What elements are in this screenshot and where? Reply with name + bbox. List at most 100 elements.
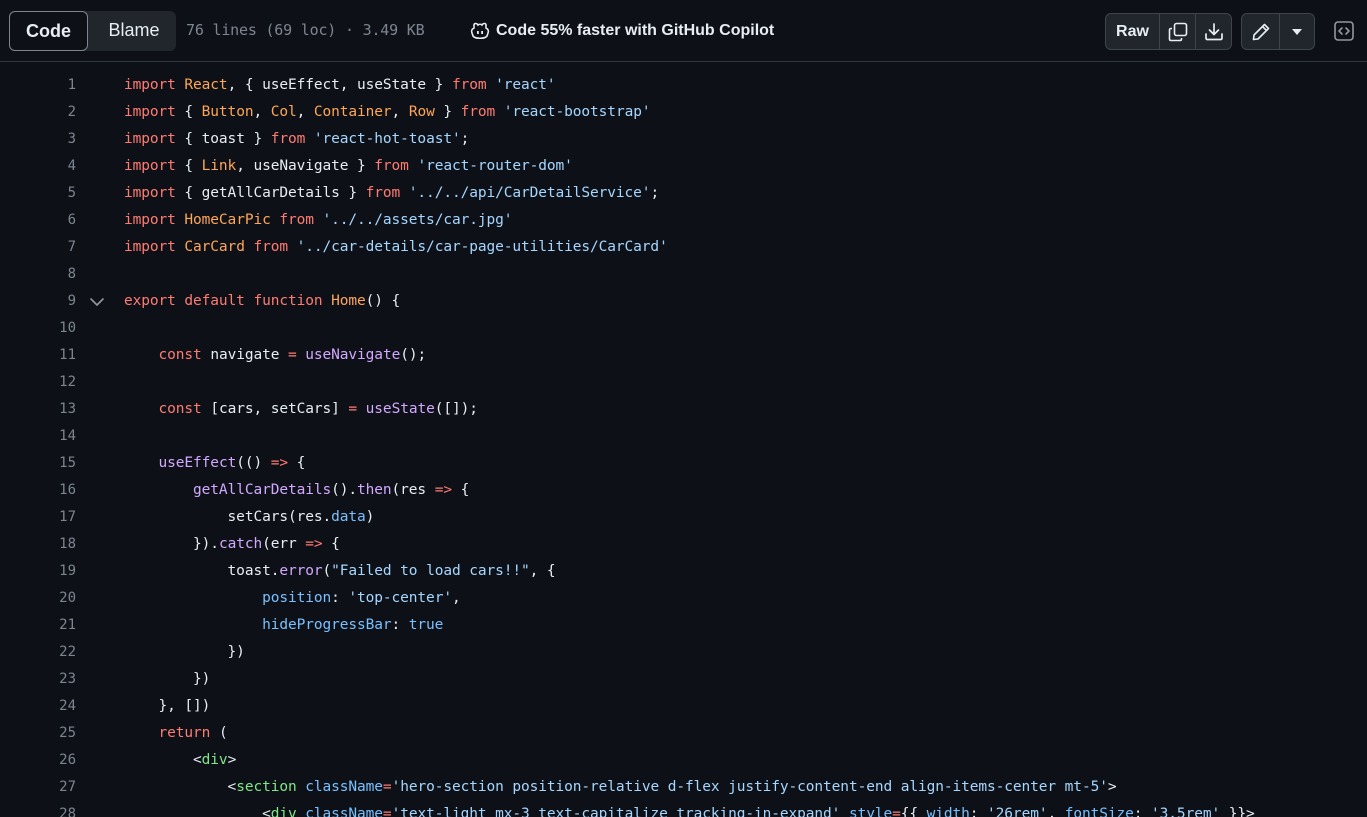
code-line: 11 const navigate = useNavigate(); [0, 342, 1367, 369]
line-number[interactable]: 23 [0, 671, 76, 687]
code-text: import React, { useEffect, useState } fr… [124, 77, 556, 93]
symbols-panel-button[interactable] [1329, 15, 1359, 47]
code-text: setCars(res.data) [124, 509, 375, 525]
copilot-icon [470, 22, 490, 40]
code-line: 17 setCars(res.data) [0, 504, 1367, 531]
code-text: export default function Home() { [124, 293, 401, 309]
code-line: 24 }, []) [0, 693, 1367, 720]
line-number[interactable]: 22 [0, 644, 76, 660]
copy-icon [1168, 22, 1187, 41]
line-number[interactable]: 4 [0, 158, 76, 174]
line-number[interactable]: 14 [0, 428, 76, 444]
copy-raw-button[interactable] [1159, 14, 1195, 49]
code-text: import { toast } from 'react-hot-toast'; [124, 131, 470, 147]
code-line: 14 [0, 423, 1367, 450]
code-line: 3 import { toast } from 'react-hot-toast'… [0, 126, 1367, 153]
line-number[interactable]: 8 [0, 266, 76, 282]
raw-button[interactable]: Raw [1106, 14, 1159, 49]
file-actions-group: Raw [1105, 13, 1232, 50]
code-text: useEffect(() => { [158, 455, 306, 471]
code-text: <section className='hero-section positio… [124, 779, 1117, 795]
code-view: 1 import React, { useEffect, useState } f… [0, 72, 1367, 817]
code-text: getAllCarDetails().then(res => { [193, 482, 470, 498]
code-line: 18 }).catch(err => { [0, 531, 1367, 558]
code-line: 1 import React, { useEffect, useState } f… [0, 72, 1367, 99]
code-text: <div className='text-light mx-3 text-cap… [124, 806, 1255, 817]
code-line: 20 position: 'top-center', [0, 585, 1367, 612]
edit-options-button[interactable] [1279, 14, 1314, 49]
line-number[interactable]: 11 [0, 347, 76, 363]
line-number[interactable]: 21 [0, 617, 76, 633]
code-text: <div> [124, 752, 237, 768]
code-text: position: 'top-center', [262, 590, 461, 606]
code-line: 19 toast.error("Failed to load cars!!", … [0, 558, 1367, 585]
line-number[interactable]: 20 [0, 590, 76, 606]
code-line: 10 [0, 315, 1367, 342]
line-number[interactable]: 15 [0, 455, 76, 471]
code-line: 15 useEffect(() => { [0, 450, 1367, 477]
code-text: }).catch(err => { [124, 536, 340, 552]
code-text: const [cars, setCars] = useState([]); [158, 401, 478, 417]
line-number[interactable]: 24 [0, 698, 76, 714]
blame-tab[interactable]: Blame [95, 11, 173, 51]
code-text: }) [124, 671, 211, 687]
line-number[interactable]: 5 [0, 185, 76, 201]
code-tab[interactable]: Code [9, 11, 88, 51]
line-number[interactable]: 1 [0, 77, 76, 93]
code-line: 12 [0, 369, 1367, 396]
edit-actions-group [1241, 13, 1315, 50]
code-text: hideProgressBar: true [262, 617, 444, 633]
code-symbols-icon [1334, 21, 1354, 41]
code-text: toast.error("Failed to load cars!!", { [124, 563, 556, 579]
line-number[interactable]: 3 [0, 131, 76, 147]
code-text: import CarCard from '../car-details/car-… [124, 239, 668, 255]
code-line: 27 <section className='hero-section posi… [0, 774, 1367, 801]
line-number[interactable]: 28 [0, 806, 76, 817]
line-number[interactable]: 9 [0, 293, 76, 309]
edit-file-button[interactable] [1242, 14, 1279, 49]
file-info: 76 lines (69 loc) · 3.49 KB [186, 21, 425, 39]
copilot-promo-link[interactable]: Code 55% faster with GitHub Copilot [470, 20, 774, 42]
code-text: import HomeCarPic from '../../assets/car… [124, 212, 513, 228]
line-number[interactable]: 17 [0, 509, 76, 525]
code-text: import { getAllCarDetails } from '../../… [124, 185, 660, 201]
code-line: 7 import CarCard from '../car-details/car… [0, 234, 1367, 261]
code-line: 25 return ( [0, 720, 1367, 747]
code-line: 4 import { Link, useNavigate } from 'reac… [0, 153, 1367, 180]
line-number[interactable]: 13 [0, 401, 76, 417]
line-number[interactable]: 25 [0, 725, 76, 741]
line-number[interactable]: 2 [0, 104, 76, 120]
download-icon [1204, 22, 1223, 40]
code-line: 23 }) [0, 666, 1367, 693]
code-line: 9 export default function Home() { [0, 288, 1367, 315]
view-switcher: Code Blame [9, 11, 176, 51]
code-text: return ( [158, 725, 228, 741]
chevron-down-icon[interactable] [88, 295, 106, 309]
triangle-down-icon [1292, 28, 1303, 35]
code-text: import { Link, useNavigate } from 'react… [124, 158, 573, 174]
pencil-icon [1252, 23, 1270, 40]
copilot-promo-text: Code 55% faster with GitHub Copilot [496, 22, 775, 39]
line-number[interactable]: 27 [0, 779, 76, 795]
code-line: 2 import { Button, Col, Container, Row } … [0, 99, 1367, 126]
line-number[interactable]: 6 [0, 212, 76, 228]
code-line: 5 import { getAllCarDetails } from '../..… [0, 180, 1367, 207]
line-number[interactable]: 12 [0, 374, 76, 390]
line-number[interactable]: 26 [0, 752, 76, 768]
code-line: 8 [0, 261, 1367, 288]
code-line: 21 hideProgressBar: true [0, 612, 1367, 639]
line-number[interactable]: 7 [0, 239, 76, 255]
line-number[interactable]: 10 [0, 320, 76, 336]
code-text: import { Button, Col, Container, Row } f… [124, 104, 651, 120]
download-button[interactable] [1195, 14, 1231, 49]
code-line: 28 <div className='text-light mx-3 text-… [0, 801, 1367, 817]
code-text: const navigate = useNavigate(); [158, 347, 427, 363]
code-line: 22 }) [0, 639, 1367, 666]
line-number[interactable]: 19 [0, 563, 76, 579]
code-text: }, []) [124, 698, 211, 714]
code-line: 6 import HomeCarPic from '../../assets/ca… [0, 207, 1367, 234]
file-toolbar: Code Blame 76 lines (69 loc) · 3.49 KB C… [0, 0, 1367, 62]
line-number[interactable]: 16 [0, 482, 76, 498]
line-number[interactable]: 18 [0, 536, 76, 552]
code-line: 16 getAllCarDetails().then(res => { [0, 477, 1367, 504]
